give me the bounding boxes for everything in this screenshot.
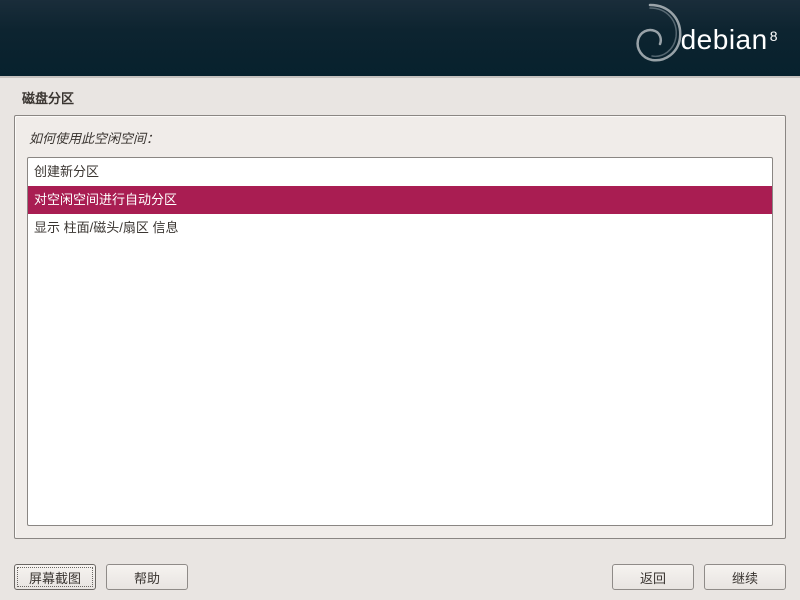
option-show-chs-info[interactable]: 显示 柱面/磁头/扇区 信息 <box>28 214 772 242</box>
option-label: 对空闲空间进行自动分区 <box>34 192 177 207</box>
brand-name: debian <box>681 24 768 55</box>
screenshot-button[interactable]: 屏幕截图 <box>14 564 96 590</box>
option-label: 显示 柱面/磁头/扇区 信息 <box>34 220 178 235</box>
option-label: 创建新分区 <box>34 164 99 179</box>
help-button[interactable]: 帮助 <box>106 564 188 590</box>
content-panel: 如何使用此空闲空间： 创建新分区 对空闲空间进行自动分区 显示 柱面/磁头/扇区… <box>14 115 786 539</box>
brand-version: 8 <box>770 28 778 44</box>
option-auto-partition-free-space[interactable]: 对空闲空间进行自动分区 <box>28 186 772 214</box>
header-banner: debian8 <box>0 0 800 78</box>
footer-right-group: 返回 继续 <box>612 564 786 590</box>
continue-button[interactable]: 继续 <box>704 564 786 590</box>
prompt-label: 如何使用此空闲空间： <box>27 128 773 147</box>
footer-left-group: 屏幕截图 帮助 <box>14 564 188 590</box>
footer-bar: 屏幕截图 帮助 返回 继续 <box>0 564 800 590</box>
page-title: 磁盘分区 <box>0 78 800 115</box>
back-button[interactable]: 返回 <box>612 564 694 590</box>
options-listbox[interactable]: 创建新分区 对空闲空间进行自动分区 显示 柱面/磁头/扇区 信息 <box>27 157 773 526</box>
option-create-new-partition[interactable]: 创建新分区 <box>28 158 772 186</box>
brand-logo: debian8 <box>681 24 776 56</box>
